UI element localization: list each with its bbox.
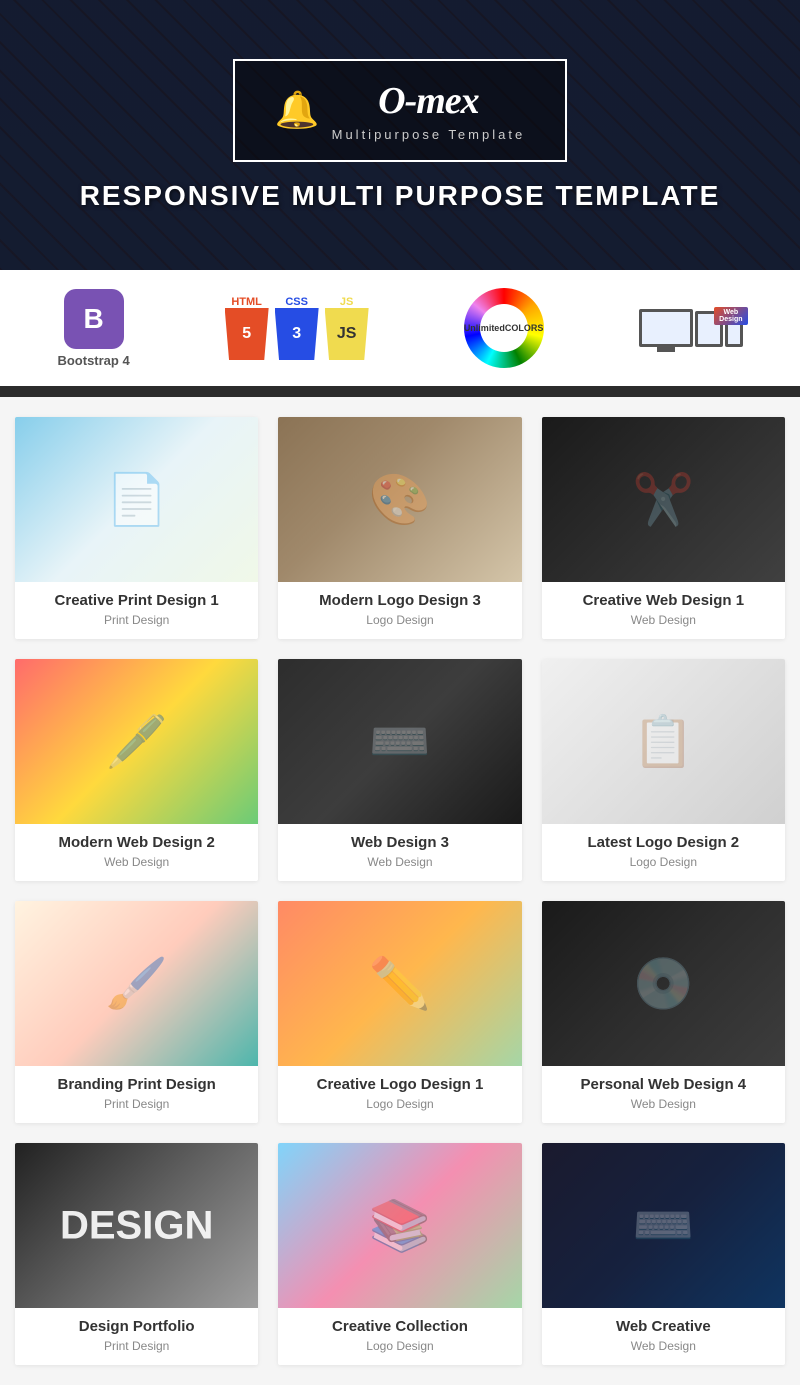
portfolio-title: Personal Web Design 4 (554, 1076, 773, 1093)
css-label: CSS (285, 296, 308, 308)
portfolio-item[interactable]: Branding Print Design Print Design (15, 901, 258, 1123)
portfolio-image (542, 659, 785, 824)
portfolio-item[interactable]: Modern Web Design 2 Web Design (15, 659, 258, 881)
portfolio-section: Creative Print Design 1 Print Design Mod… (0, 397, 800, 1385)
portfolio-info: Latest Logo Design 2 Logo Design (542, 824, 785, 881)
portfolio-category: Web Design (554, 1097, 773, 1111)
bell-icon: 🔔 (275, 89, 320, 131)
portfolio-category: Logo Design (290, 613, 509, 627)
portfolio-info: Modern Web Design 2 Web Design (15, 824, 258, 881)
portfolio-info: Web Creative Web Design (542, 1308, 785, 1365)
dark-divider (0, 389, 800, 397)
portfolio-item[interactable]: Latest Logo Design 2 Logo Design (542, 659, 785, 881)
portfolio-title: Web Creative (554, 1318, 773, 1335)
bootstrap-label: Bootstrap 4 (57, 353, 129, 368)
portfolio-item[interactable]: Design Portfolio Print Design (15, 1143, 258, 1365)
portfolio-image (278, 417, 521, 582)
portfolio-title: Latest Logo Design 2 (554, 834, 773, 851)
portfolio-title: Modern Logo Design 3 (290, 592, 509, 609)
portfolio-category: Web Design (554, 1339, 773, 1353)
portfolio-title: Branding Print Design (27, 1076, 246, 1093)
html-badge: HTML 5 (225, 296, 269, 360)
logo-text: O-mex (378, 80, 479, 122)
portfolio-image (542, 1143, 785, 1308)
portfolio-item[interactable]: Creative Logo Design 1 Logo Design (278, 901, 521, 1123)
portfolio-title: Creative Print Design 1 (27, 592, 246, 609)
html-label: HTML (231, 296, 262, 308)
portfolio-category: Print Design (27, 613, 246, 627)
portfolio-item[interactable]: Modern Logo Design 3 Logo Design (278, 417, 521, 639)
css-icon: 3 (275, 308, 319, 360)
js-label: JS (340, 296, 353, 308)
portfolio-category: Logo Design (290, 1339, 509, 1353)
portfolio-info: Creative Collection Logo Design (278, 1308, 521, 1365)
portfolio-info: Creative Logo Design 1 Logo Design (278, 1066, 521, 1123)
portfolio-title: Creative Web Design 1 (554, 592, 773, 609)
portfolio-grid: Creative Print Design 1 Print Design Mod… (15, 417, 785, 1365)
portfolio-item[interactable]: Creative Print Design 1 Print Design (15, 417, 258, 639)
portfolio-image (278, 1143, 521, 1308)
portfolio-category: Web Design (290, 855, 509, 869)
responsive-badge: Web Design (639, 309, 743, 347)
portfolio-image (278, 659, 521, 824)
portfolio-image (15, 901, 258, 1066)
colors-label: Unlimited COLORS (480, 304, 528, 352)
portfolio-category: Print Design (27, 1097, 246, 1111)
portfolio-item[interactable]: Web Design 3 Web Design (278, 659, 521, 881)
portfolio-image (278, 901, 521, 1066)
portfolio-image (542, 901, 785, 1066)
responsive-ribbon: Web Design (714, 307, 747, 325)
portfolio-title: Creative Collection (290, 1318, 509, 1335)
logo-subtitle: Multipurpose Template (332, 127, 526, 142)
portfolio-title: Design Portfolio (27, 1318, 246, 1335)
portfolio-image (15, 659, 258, 824)
hero-section: 🔔 O-mex Multipurpose Template RESPONSIVE… (0, 0, 800, 270)
portfolio-category: Logo Design (554, 855, 773, 869)
portfolio-image (15, 1143, 258, 1308)
portfolio-title: Creative Logo Design 1 (290, 1076, 509, 1093)
portfolio-item[interactable]: Creative Collection Logo Design (278, 1143, 521, 1365)
portfolio-item[interactable]: Web Creative Web Design (542, 1143, 785, 1365)
portfolio-info: Creative Print Design 1 Print Design (15, 582, 258, 639)
desktop-device-icon (639, 309, 693, 347)
js-icon: JS (325, 308, 369, 360)
portfolio-info: Creative Web Design 1 Web Design (542, 582, 785, 639)
portfolio-image (542, 417, 785, 582)
tech-strip: B Bootstrap 4 HTML 5 CSS 3 JS JS Unlimit… (0, 270, 800, 389)
bootstrap-icon: B (64, 289, 124, 349)
hero-tagline: RESPONSIVE MULTI PURPOSE TEMPLATE (80, 180, 721, 212)
portfolio-item[interactable]: Creative Web Design 1 Web Design (542, 417, 785, 639)
portfolio-title: Modern Web Design 2 (27, 834, 246, 851)
html-css-js-group: HTML 5 CSS 3 JS JS (225, 296, 369, 360)
portfolio-info: Web Design 3 Web Design (278, 824, 521, 881)
portfolio-category: Web Design (554, 613, 773, 627)
portfolio-category: Print Design (27, 1339, 246, 1353)
logo-box: 🔔 O-mex Multipurpose Template (233, 59, 567, 162)
portfolio-category: Logo Design (290, 1097, 509, 1111)
portfolio-info: Personal Web Design 4 Web Design (542, 1066, 785, 1123)
css-badge: CSS 3 (275, 296, 319, 360)
portfolio-title: Web Design 3 (290, 834, 509, 851)
portfolio-image (15, 417, 258, 582)
bootstrap-badge: B Bootstrap 4 (57, 289, 129, 368)
portfolio-info: Design Portfolio Print Design (15, 1308, 258, 1365)
html-icon: 5 (225, 308, 269, 360)
portfolio-info: Modern Logo Design 3 Logo Design (278, 582, 521, 639)
portfolio-category: Web Design (27, 855, 246, 869)
js-badge: JS JS (325, 296, 369, 360)
portfolio-item[interactable]: Personal Web Design 4 Web Design (542, 901, 785, 1123)
portfolio-info: Branding Print Design Print Design (15, 1066, 258, 1123)
color-wheel: Unlimited COLORS (464, 288, 544, 368)
